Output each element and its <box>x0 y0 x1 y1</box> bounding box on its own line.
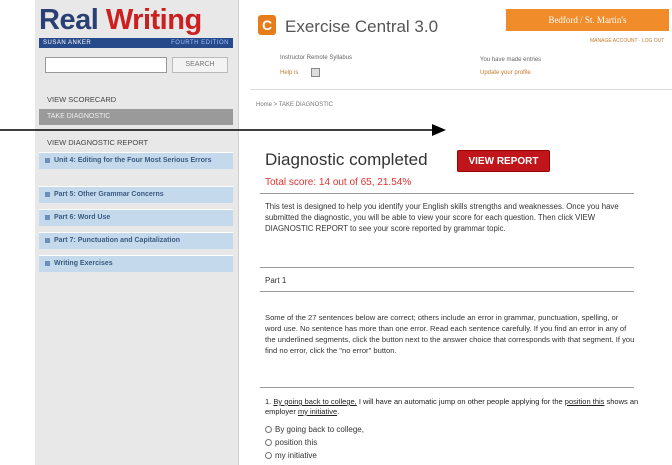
sidebar: Real Writing SUSAN ANKER FOURTH EDITION S… <box>35 0 239 465</box>
answer-option-2[interactable]: position this <box>265 438 317 447</box>
radio-icon[interactable] <box>265 426 272 434</box>
nav-unit-4[interactable]: Unit 4: Editing for the Four Most Seriou… <box>39 152 233 169</box>
divider <box>260 193 634 194</box>
breadcrumb[interactable]: Home > TAKE DIAGNOSTIC <box>256 102 333 108</box>
arrow-icon <box>0 124 446 136</box>
radio-icon[interactable] <box>265 452 272 460</box>
nav-writing-exercises[interactable]: Writing Exercises <box>39 255 233 272</box>
bullet-icon <box>45 214 50 220</box>
app-title: Exercise Central 3.0 <box>285 17 439 36</box>
answer-option-3[interactable]: my initiative <box>265 451 317 460</box>
nav-part-7[interactable]: Part 7: Punctuation and Capitalization <box>39 232 233 249</box>
syllabus-icon[interactable] <box>311 68 320 77</box>
nav-part-6[interactable]: Part 6: Word Use <box>39 209 233 226</box>
syllabus-label: Instructor Remote Syllabus <box>280 55 353 61</box>
nav-view-scorecard[interactable]: VIEW SCORECARD <box>47 95 116 104</box>
bullet-icon <box>45 260 50 266</box>
intro-text: This test is designed to help you identi… <box>265 202 619 233</box>
total-score: Total score: 14 out of 65, 21.54% <box>265 177 412 188</box>
book-logo[interactable]: Real Writing <box>39 2 202 38</box>
nav-part-5[interactable]: Part 5: Other Grammar Concerns <box>39 186 233 203</box>
account-links[interactable]: MANAGE ACCOUNT · LOG OUT <box>590 38 664 44</box>
header-divider <box>250 89 672 90</box>
syllabus-link[interactable]: Help is <box>280 70 298 76</box>
bullet-icon <box>45 157 50 163</box>
divider <box>260 387 634 388</box>
view-report-button[interactable]: VIEW REPORT <box>457 150 550 172</box>
page-title: Diagnostic completed <box>265 150 428 169</box>
search-button[interactable]: SEARCH <box>172 57 228 73</box>
profile-label: You have made entries <box>480 57 542 63</box>
part-label: Part 1 <box>265 276 287 285</box>
bullet-icon <box>45 191 50 197</box>
instructions-text: Some of the 27 sentences below are corre… <box>265 313 635 355</box>
book-byline: SUSAN ANKER FOURTH EDITION <box>39 38 233 48</box>
question-1: 1. By going back to college, I will have… <box>265 397 639 416</box>
bullet-icon <box>45 237 50 243</box>
divider <box>260 267 634 268</box>
divider <box>260 291 634 292</box>
profile-link[interactable]: Update your profile <box>480 70 531 76</box>
search-input[interactable] <box>45 57 167 73</box>
exercise-central-icon: C <box>258 15 276 35</box>
publisher-logo[interactable]: Bedford / St. Martin's <box>506 9 669 31</box>
radio-icon[interactable] <box>265 439 272 447</box>
answer-option-1[interactable]: By going back to college, <box>265 425 364 434</box>
